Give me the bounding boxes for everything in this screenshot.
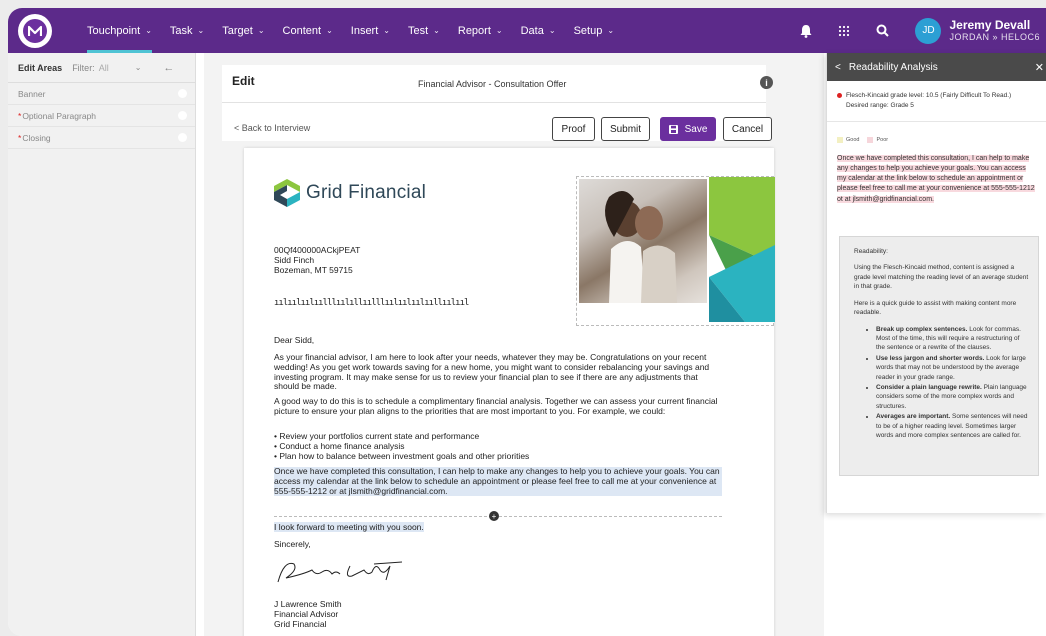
logo-mark-icon	[23, 18, 47, 43]
closing-line[interactable]: I look forward to meeting with you soon.	[274, 522, 722, 533]
edit-area-closing[interactable]: * Closing	[8, 127, 195, 149]
cancel-button[interactable]: Cancel	[723, 117, 772, 141]
brand-shape-graphic	[709, 177, 775, 322]
app-window: Touchpoint ⌄ Task ⌄ Target ⌄ Content ⌄ Inser…	[8, 8, 1046, 636]
nav-touchpoint[interactable]: Touchpoint ⌄	[78, 8, 161, 53]
edit-areas-title: Edit Areas	[18, 62, 63, 73]
close-icon[interactable]: ✕	[1035, 61, 1044, 74]
guide-intro-2: Here is a quick guide to assist with mak…	[854, 299, 1017, 317]
apps-grid-icon[interactable]	[836, 23, 852, 39]
list-item: Break up complex sentences. Look for com…	[876, 325, 1030, 353]
collapse-arrow-icon[interactable]: ←	[163, 62, 174, 74]
list-item: Plan how to balance between investment g…	[274, 451, 722, 462]
signoff: Sincerely,	[274, 539, 311, 549]
save-button[interactable]: Save	[660, 117, 716, 141]
guide-heading: Readability:	[854, 248, 888, 255]
filter-dropdown[interactable]: Filter: All	[72, 63, 109, 73]
proof-button[interactable]: Proof	[552, 117, 595, 141]
edit-areas-header: Edit Areas Filter: All ⌄ ←	[8, 53, 195, 83]
app-logo[interactable]	[18, 13, 52, 48]
add-section-icon[interactable]: +	[489, 511, 499, 521]
chevron-down-icon: ⌄	[197, 26, 205, 35]
nav-target[interactable]: Target ⌄	[213, 8, 273, 53]
chevron-down-icon: ⌄	[383, 26, 390, 35]
chevron-down-icon: ⌄	[326, 26, 333, 35]
top-navbar: Touchpoint ⌄ Task ⌄ Target ⌄ Content ⌄ Inser…	[8, 8, 1046, 53]
nav-report[interactable]: Report ⌄	[449, 8, 512, 53]
chevron-down-icon: ⌄	[607, 26, 615, 35]
grid-financial-logo-icon	[274, 179, 300, 207]
document-name: Financial Advisor - Consultation Offer	[418, 79, 567, 89]
edit-area-optional-paragraph[interactable]: * Optional Paragraph	[8, 105, 195, 127]
bell-icon[interactable]	[798, 23, 814, 39]
nav-task[interactable]: Task ⌄	[161, 8, 213, 53]
required-asterisk: *	[18, 110, 22, 121]
nav-insert[interactable]: Insert ⌄	[342, 8, 399, 53]
user-info[interactable]: Jeremy Devall JORDAN » HELOC6	[949, 18, 1040, 43]
signature-image	[277, 561, 403, 583]
list-item: Consider a plain language rewrite. Plain…	[876, 383, 1030, 411]
body-paragraph-2[interactable]: A good way to do this is to schedule a c…	[274, 396, 722, 417]
status-dot	[178, 111, 187, 120]
status-dot	[178, 89, 187, 98]
status-dot	[178, 133, 187, 142]
list-item: Use less jargon and shorter words. Look …	[876, 354, 1030, 382]
recipient-address: 00Qf400000ACkjPEAT Sidd Finch Bozeman, M…	[274, 245, 361, 275]
bullet-list[interactable]: Review your portfolios current state and…	[274, 431, 722, 462]
required-asterisk: *	[18, 132, 22, 143]
nav-right-group: JD Jeremy Devall JORDAN » HELOC6	[787, 8, 1046, 53]
submit-button[interactable]: Submit	[601, 117, 650, 141]
user-name: Jeremy Devall	[949, 17, 1031, 32]
main-menu: Touchpoint ⌄ Task ⌄ Target ⌄ Content ⌄ Inser…	[78, 8, 623, 53]
avatar[interactable]: JD	[915, 17, 942, 44]
brand-block: Grid Financial	[274, 179, 426, 207]
chevron-down-icon: ⌄	[433, 26, 440, 35]
back-chevron-icon[interactable]: <	[835, 62, 841, 73]
readability-guide: Readability: Using the Flesch-Kincaid me…	[839, 236, 1039, 476]
page-title: Edit	[232, 74, 255, 88]
search-icon[interactable]	[874, 23, 890, 39]
flagged-text: Once we have completed this consultation…	[837, 155, 1035, 203]
editor-toolbar: Edit Financial Advisor - Consultation Of…	[222, 65, 773, 141]
back-to-interview-link[interactable]: < Back to Interview	[234, 123, 310, 133]
postal-barcode: ıılıılıılıılllıılıllıılllıılıılıılııllıı…	[274, 298, 469, 308]
list-item: Averages are important. Some sentences w…	[876, 412, 1030, 440]
chevron-down-icon: ⌄	[257, 26, 265, 35]
edit-area-banner[interactable]: Banner	[8, 83, 195, 105]
optional-paragraph[interactable]: Once we have completed this consultation…	[274, 466, 722, 497]
tips-list: Break up complex sentences. Look for com…	[854, 325, 1030, 441]
readability-legend: Good Poor	[837, 137, 888, 143]
guide-intro: Using the Flesch-Kincaid method, content…	[854, 264, 1029, 291]
divider	[222, 102, 766, 103]
greeting: Dear Sidd,	[274, 335, 315, 345]
banner-image-area[interactable]	[576, 176, 775, 326]
edit-areas-panel: Edit Areas Filter: All ⌄ ← Banner * Option…	[8, 53, 196, 636]
letter-document: Grid Financial 00Qf400000ACkjPEAT Sidd F…	[244, 148, 775, 636]
good-swatch	[837, 137, 843, 143]
readability-title: Readability Analysis	[848, 61, 938, 73]
nav-content[interactable]: Content ⌄	[274, 8, 342, 53]
signature-block: J Lawrence Smith Financial Advisor Grid …	[274, 599, 342, 629]
brand-name: Grid Financial	[306, 182, 427, 203]
save-disk-icon	[668, 124, 678, 134]
status-dot	[837, 92, 842, 98]
nav-setup[interactable]: Setup ⌄	[565, 8, 623, 53]
body-paragraph-1[interactable]: As your financial advisor, I am here to …	[274, 352, 722, 392]
nav-test[interactable]: Test ⌄	[399, 8, 449, 53]
chevron-down-icon[interactable]: ⌄	[135, 63, 142, 72]
nav-data[interactable]: Data ⌄	[512, 8, 565, 53]
editor-area: Edit Financial Advisor - Consultation Of…	[204, 53, 824, 636]
readability-panel: < Readability Analysis ✕ Flesch-Kincaid …	[826, 53, 1046, 513]
divider	[827, 121, 1046, 122]
chevron-down-icon: ⌄	[548, 26, 556, 35]
chevron-down-icon: ⌄	[145, 26, 152, 35]
info-icon[interactable]: i	[760, 76, 773, 89]
poor-swatch	[867, 137, 874, 143]
grade-summary: Flesch-Kincaid grade level: 10.5 (Fairly…	[837, 91, 1011, 111]
user-context: JORDAN » HELOC6	[949, 32, 1040, 43]
chevron-down-icon: ⌄	[495, 26, 503, 35]
readability-header: < Readability Analysis ✕	[827, 53, 1046, 81]
